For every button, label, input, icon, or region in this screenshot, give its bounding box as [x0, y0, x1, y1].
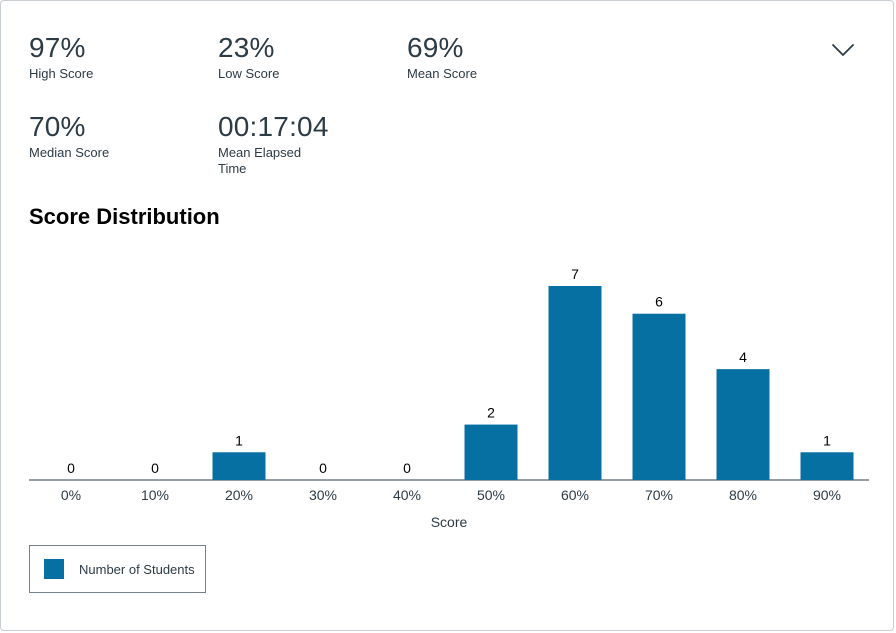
- median-score-stat: 70% Median Score: [29, 111, 129, 161]
- data-label-80%: 4: [739, 349, 747, 365]
- bar-20%: [212, 452, 266, 480]
- median-score-label: Median Score: [29, 145, 110, 160]
- high-score-value: 97%: [29, 32, 86, 63]
- x-tick-label-60%: 60%: [561, 487, 589, 503]
- median-score-value: 70%: [29, 111, 86, 142]
- quiz-statistics-card: 97% High Score 23% Low Score 69% Mean Sc…: [0, 0, 894, 631]
- low-score-label: Low Score: [218, 66, 280, 81]
- mean-score-stat: 69% Mean Score: [407, 32, 507, 82]
- bar-80%: [716, 369, 770, 480]
- legend-swatch: [44, 559, 64, 579]
- bar-50%: [464, 424, 518, 480]
- x-tick-label-90%: 90%: [813, 487, 841, 503]
- mean-elapsed-time-label: Mean Elapsed Time: [218, 145, 302, 176]
- data-label-60%: 7: [571, 266, 579, 282]
- data-label-0%: 0: [67, 460, 75, 476]
- x-tick-label-10%: 10%: [141, 487, 169, 503]
- mean-elapsed-time-value: 00:17:04: [218, 111, 329, 142]
- bar-90%: [800, 452, 854, 480]
- score-distribution-chart: 0 0% 0 10% 1 20% 0 30% 0 40% 2 50% 7 60% 6 70% 4 80% 1 90% S…: [29, 266, 869, 530]
- high-score-stat: 97% High Score: [29, 32, 129, 82]
- x-tick-label-0%: 0%: [61, 487, 81, 503]
- x-tick-label-20%: 20%: [225, 487, 253, 503]
- high-score-label: High Score: [29, 66, 94, 81]
- data-label-40%: 0: [403, 460, 411, 476]
- low-score-stat: 23% Low Score: [218, 32, 318, 82]
- bar-70%: [632, 313, 686, 480]
- x-tick-label-50%: 50%: [477, 487, 505, 503]
- low-score-value: 23%: [218, 32, 275, 63]
- data-label-70%: 6: [655, 294, 663, 310]
- data-label-90%: 1: [823, 432, 831, 448]
- chart-legend: Number of Students: [29, 545, 206, 593]
- chevron-down-icon[interactable]: [830, 37, 856, 63]
- mean-elapsed-time-stat: 00:17:04 Mean Elapsed Time: [218, 111, 329, 177]
- data-label-50%: 2: [487, 405, 495, 421]
- legend-label: Number of Students: [79, 561, 195, 577]
- x-axis-title: Score: [431, 514, 468, 530]
- mean-score-label: Mean Score: [407, 66, 478, 81]
- x-tick-label-40%: 40%: [393, 487, 421, 503]
- data-label-30%: 0: [319, 460, 327, 476]
- chevron-down-icon-svg: [832, 44, 854, 56]
- bar-60%: [548, 286, 602, 480]
- data-label-10%: 0: [151, 460, 159, 476]
- x-tick-label-80%: 80%: [729, 487, 757, 503]
- x-tick-label-30%: 30%: [309, 487, 337, 503]
- data-label-20%: 1: [235, 432, 243, 448]
- mean-score-value: 69%: [407, 32, 464, 63]
- x-tick-label-70%: 70%: [645, 487, 673, 503]
- section-title: Score Distribution: [29, 204, 220, 229]
